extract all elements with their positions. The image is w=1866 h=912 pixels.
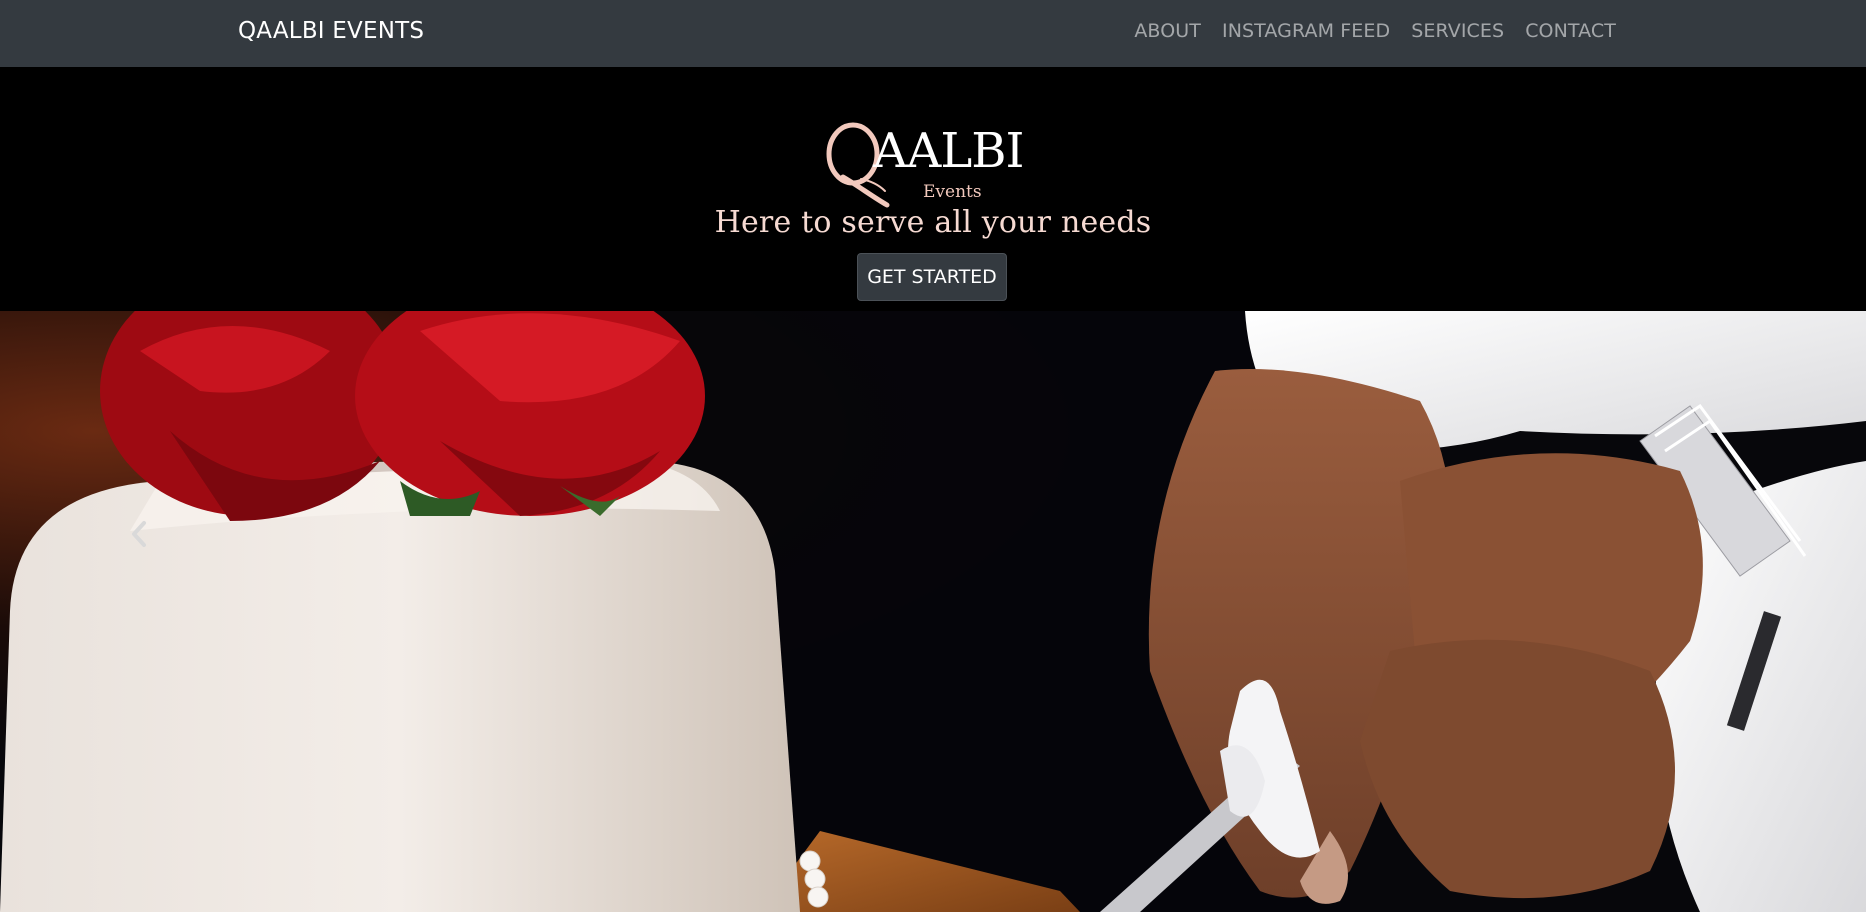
logo-wordmark: AALBI: [872, 123, 1023, 179]
nav-link-services[interactable]: SERVICES: [1411, 20, 1504, 42]
logo-subtitle: Events: [923, 182, 982, 202]
carousel-prev-control[interactable]: [122, 509, 156, 559]
hero-tagline: Here to serve all your needs: [714, 205, 1152, 240]
hero-masthead: AALBI Events Here to serve all your need…: [0, 67, 1866, 311]
get-started-button[interactable]: GET STARTED: [857, 253, 1007, 301]
red-roses: [100, 311, 705, 521]
brand-link[interactable]: QAALBI EVENTS: [238, 18, 424, 44]
nav-link-about[interactable]: ABOUT: [1134, 20, 1201, 42]
qaalbi-logo: AALBI Events: [826, 122, 1024, 208]
chevron-left-icon: [132, 521, 146, 547]
nav-link-instagram-feed[interactable]: INSTAGRAM FEED: [1222, 20, 1390, 42]
wedding-cake-photo: [0, 311, 1866, 912]
nav-link-contact[interactable]: CONTACT: [1525, 20, 1616, 42]
nav-links: ABOUT INSTAGRAM FEED SERVICES CONTACT: [1134, 20, 1616, 42]
top-navbar: QAALBI EVENTS ABOUT INSTAGRAM FEED SERVI…: [0, 0, 1866, 67]
image-carousel: [0, 311, 1866, 912]
